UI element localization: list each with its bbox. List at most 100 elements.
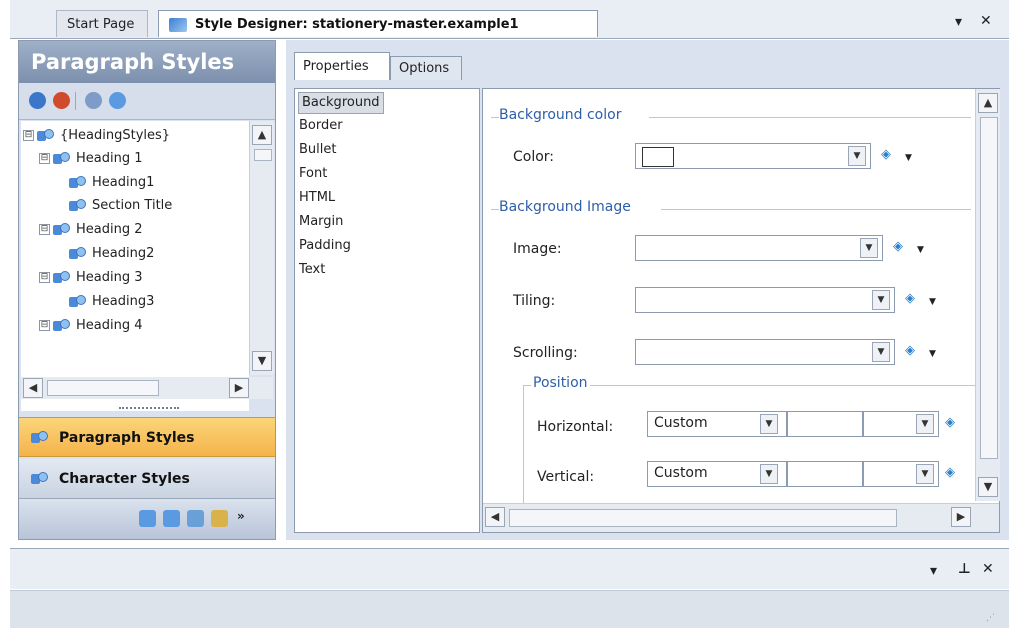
- overflow-chevron-icon[interactable]: »: [237, 509, 245, 523]
- horizontal-offset-input[interactable]: [787, 411, 863, 437]
- tree-node-heading-3[interactable]: ⊟ Heading 3: [39, 267, 143, 289]
- chevron-down-icon[interactable]: ▼: [916, 414, 934, 434]
- tree-node-heading-1[interactable]: ⊟ Heading 1: [39, 148, 143, 170]
- collapse-icon[interactable]: ⊟: [39, 272, 50, 283]
- category-bullet[interactable]: Bullet: [299, 140, 336, 160]
- chevron-down-icon[interactable]: ▼: [760, 464, 778, 484]
- tree-node-heading2[interactable]: Heading2: [69, 243, 154, 265]
- category-margin[interactable]: Margin: [299, 212, 343, 232]
- picker-icon[interactable]: ◈: [893, 239, 915, 257]
- chevron-down-icon[interactable]: ▼: [760, 414, 778, 434]
- scroll-up-icon[interactable]: ▲: [252, 125, 272, 145]
- tree-node-section-title[interactable]: Section Title: [69, 195, 172, 217]
- scroll-thumb[interactable]: [47, 380, 159, 396]
- panel-title: Paragraph Styles: [19, 41, 275, 83]
- category-font[interactable]: Font: [299, 164, 327, 184]
- color-label: Color:: [513, 149, 555, 165]
- panel-splitter[interactable]: [119, 407, 179, 413]
- tree-node-heading1[interactable]: Heading1: [69, 172, 154, 194]
- picker-icon[interactable]: ◈: [905, 343, 927, 361]
- grid-vertical-scrollbar[interactable]: ▲ ▼: [975, 89, 1000, 501]
- tab-style-designer[interactable]: Style Designer: stationery-master.exampl…: [158, 10, 598, 37]
- chevron-down-icon[interactable]: ▼: [872, 290, 890, 310]
- collapse-icon[interactable]: ⊟: [23, 130, 34, 141]
- scrolling-select[interactable]: ▼: [635, 339, 895, 365]
- tab-options[interactable]: Options: [390, 56, 462, 80]
- nav-paragraph-styles[interactable]: Paragraph Styles: [19, 417, 275, 457]
- category-border[interactable]: Border: [299, 116, 343, 136]
- tree-vertical-scrollbar[interactable]: ▲ ▼: [249, 121, 274, 375]
- tree-node-heading3[interactable]: Heading3: [69, 291, 154, 313]
- horizontal-unit-select[interactable]: ▼: [863, 411, 939, 437]
- category-padding[interactable]: Padding: [299, 236, 351, 256]
- scroll-left-icon[interactable]: ◀: [23, 378, 43, 398]
- color-select[interactable]: ▼: [635, 143, 871, 169]
- scroll-right-icon[interactable]: ▶: [951, 507, 971, 527]
- picker-icon[interactable]: ◈: [905, 291, 927, 309]
- horizontal-label: Horizontal:: [537, 419, 614, 435]
- scroll-thumb[interactable]: [254, 149, 272, 161]
- chevron-down-icon[interactable]: ▼: [916, 464, 934, 484]
- tree-node-heading-2[interactable]: ⊟ Heading 2: [39, 219, 143, 241]
- collapse-icon[interactable]: ⊟: [39, 320, 50, 331]
- resize-grip-icon[interactable]: ⋰: [986, 613, 995, 623]
- vertical-offset-input[interactable]: [787, 461, 863, 487]
- scroll-left-icon[interactable]: ◀: [485, 507, 505, 527]
- chevron-down-icon[interactable]: ▼: [872, 342, 890, 362]
- pin-icon[interactable]: ⊥: [958, 561, 971, 577]
- chevron-down-icon[interactable]: ▼: [848, 146, 866, 166]
- close-panel-icon[interactable]: ✕: [982, 561, 994, 577]
- tree-node-headingstyles[interactable]: ⊟ {HeadingStyles}: [23, 125, 170, 147]
- style-tool-icon[interactable]: [163, 510, 180, 527]
- tree-horizontal-scrollbar[interactable]: ◀ ▶: [21, 377, 273, 399]
- tab-properties[interactable]: Properties: [294, 52, 390, 80]
- caret-down-icon[interactable]: ▼: [929, 349, 936, 359]
- image-select[interactable]: ▼: [635, 235, 883, 261]
- tree-node-label: Heading2: [92, 246, 155, 261]
- style-tool-icon[interactable]: [187, 510, 204, 527]
- new-style-icon[interactable]: [109, 92, 126, 109]
- picker-icon[interactable]: ◈: [881, 147, 903, 165]
- vertical-unit-select[interactable]: ▼: [863, 461, 939, 487]
- chevron-down-icon[interactable]: ▼: [860, 238, 878, 258]
- close-document-icon[interactable]: ✕: [980, 13, 992, 29]
- tiling-select[interactable]: ▼: [635, 287, 895, 313]
- tree-node-label: Heading 3: [76, 270, 143, 285]
- category-text[interactable]: Text: [299, 260, 325, 280]
- category-html[interactable]: HTML: [299, 188, 335, 208]
- collapse-icon[interactable]: ⊟: [39, 224, 50, 235]
- scroll-thumb[interactable]: [509, 509, 897, 527]
- tab-start-page[interactable]: Start Page: [56, 10, 148, 37]
- style-icon: [69, 175, 87, 190]
- tree-node-heading-4[interactable]: ⊟ Heading 4: [39, 315, 143, 337]
- style-tool-icon[interactable]: [139, 510, 156, 527]
- picker-icon[interactable]: ◈: [945, 415, 967, 433]
- caret-down-icon[interactable]: ▼: [905, 153, 912, 163]
- scroll-down-icon[interactable]: ▼: [978, 477, 998, 497]
- style-icon: [53, 318, 71, 333]
- apply-icon[interactable]: [29, 92, 46, 109]
- paragraph-style-icon: [31, 431, 49, 445]
- caret-down-icon[interactable]: ▼: [917, 245, 924, 255]
- style-tool-icon[interactable]: [211, 510, 228, 527]
- scroll-down-icon[interactable]: ▼: [252, 351, 272, 371]
- scroll-right-icon[interactable]: ▶: [229, 378, 249, 398]
- font-style-icon[interactable]: [85, 92, 102, 109]
- delete-icon[interactable]: [53, 92, 70, 109]
- grid-horizontal-scrollbar[interactable]: ◀ ▶: [483, 503, 999, 532]
- tree-node-label: Heading1: [92, 175, 155, 190]
- collapse-icon[interactable]: ⊟: [39, 153, 50, 164]
- tree-node-label: Heading 2: [76, 222, 143, 237]
- scroll-thumb[interactable]: [980, 117, 998, 459]
- vertical-select[interactable]: Custom ▼: [647, 461, 787, 487]
- horizontal-select[interactable]: Custom ▼: [647, 411, 787, 437]
- section-position: Position: [531, 375, 590, 391]
- scroll-up-icon[interactable]: ▲: [978, 93, 998, 113]
- nav-character-styles[interactable]: Character Styles: [19, 459, 275, 499]
- category-background[interactable]: Background: [298, 92, 384, 114]
- window-dropdown-icon[interactable]: ▾: [955, 14, 962, 30]
- picker-icon[interactable]: ◈: [945, 465, 967, 483]
- panel-bottom-toolbar: »: [19, 501, 275, 539]
- caret-down-icon[interactable]: ▼: [929, 297, 936, 307]
- panel-dropdown-icon[interactable]: ▾: [930, 563, 937, 579]
